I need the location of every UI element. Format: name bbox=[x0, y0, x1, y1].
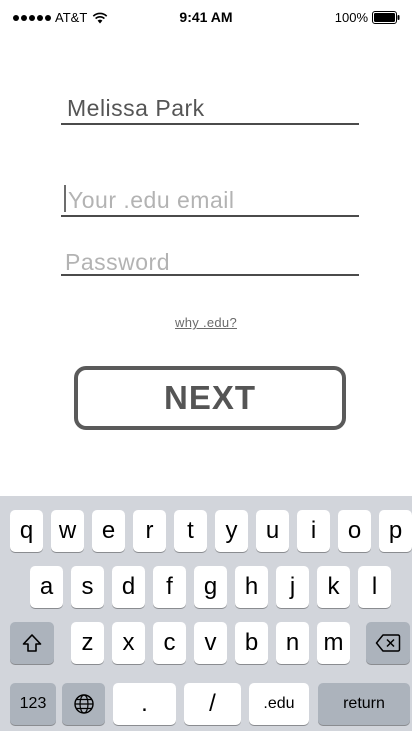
key-o[interactable]: o bbox=[338, 510, 371, 552]
shift-key[interactable] bbox=[10, 622, 54, 664]
key-k[interactable]: k bbox=[317, 566, 350, 608]
key-j[interactable]: j bbox=[276, 566, 309, 608]
email-placeholder: Your .edu email bbox=[68, 187, 235, 213]
return-key[interactable]: return bbox=[318, 683, 410, 725]
key-c[interactable]: c bbox=[153, 622, 186, 664]
edu-key[interactable]: .edu bbox=[249, 683, 309, 725]
status-right: 100% bbox=[335, 10, 400, 25]
key-m[interactable]: m bbox=[317, 622, 350, 664]
key-e[interactable]: e bbox=[92, 510, 125, 552]
key-v[interactable]: v bbox=[194, 622, 227, 664]
key-a[interactable]: a bbox=[30, 566, 63, 608]
key-s[interactable]: s bbox=[71, 566, 104, 608]
battery-icon bbox=[372, 11, 400, 24]
key-g[interactable]: g bbox=[194, 566, 227, 608]
numbers-key[interactable]: 123 bbox=[10, 683, 56, 725]
next-button[interactable]: NEXT bbox=[74, 366, 346, 430]
key-u[interactable]: u bbox=[256, 510, 289, 552]
key-p[interactable]: p bbox=[379, 510, 412, 552]
slash-key[interactable]: / bbox=[184, 683, 241, 725]
globe-key[interactable] bbox=[62, 683, 105, 725]
key-n[interactable]: n bbox=[276, 622, 309, 664]
key-z[interactable]: z bbox=[71, 622, 104, 664]
key-q[interactable]: q bbox=[10, 510, 43, 552]
text-cursor bbox=[64, 185, 66, 212]
delete-key[interactable] bbox=[366, 622, 410, 664]
delete-icon bbox=[375, 634, 401, 652]
status-bar: AT&T 9:41 AM 100% bbox=[0, 0, 412, 36]
period-key[interactable]: . bbox=[113, 683, 176, 725]
shift-icon bbox=[22, 634, 42, 652]
why-edu-link[interactable]: why .edu? bbox=[0, 315, 412, 330]
keyboard: q w e r t y u i o p a s d f g h j k l z … bbox=[0, 496, 412, 731]
password-placeholder: Password bbox=[65, 249, 170, 275]
key-i[interactable]: i bbox=[297, 510, 330, 552]
key-b[interactable]: b bbox=[235, 622, 268, 664]
email-field[interactable]: Your .edu email bbox=[61, 180, 359, 217]
key-x[interactable]: x bbox=[112, 622, 145, 664]
key-d[interactable]: d bbox=[112, 566, 145, 608]
password-field[interactable]: Password bbox=[61, 242, 359, 276]
key-f[interactable]: f bbox=[153, 566, 186, 608]
key-l[interactable]: l bbox=[358, 566, 391, 608]
battery-percent: 100% bbox=[334, 10, 368, 25]
key-h[interactable]: h bbox=[235, 566, 268, 608]
key-r[interactable]: r bbox=[133, 510, 166, 552]
key-y[interactable]: y bbox=[215, 510, 248, 552]
globe-icon bbox=[73, 694, 94, 714]
key-t[interactable]: t bbox=[174, 510, 207, 552]
name-value: Melissa Park bbox=[67, 95, 205, 121]
name-field[interactable]: Melissa Park bbox=[61, 88, 359, 125]
key-w[interactable]: w bbox=[51, 510, 84, 552]
